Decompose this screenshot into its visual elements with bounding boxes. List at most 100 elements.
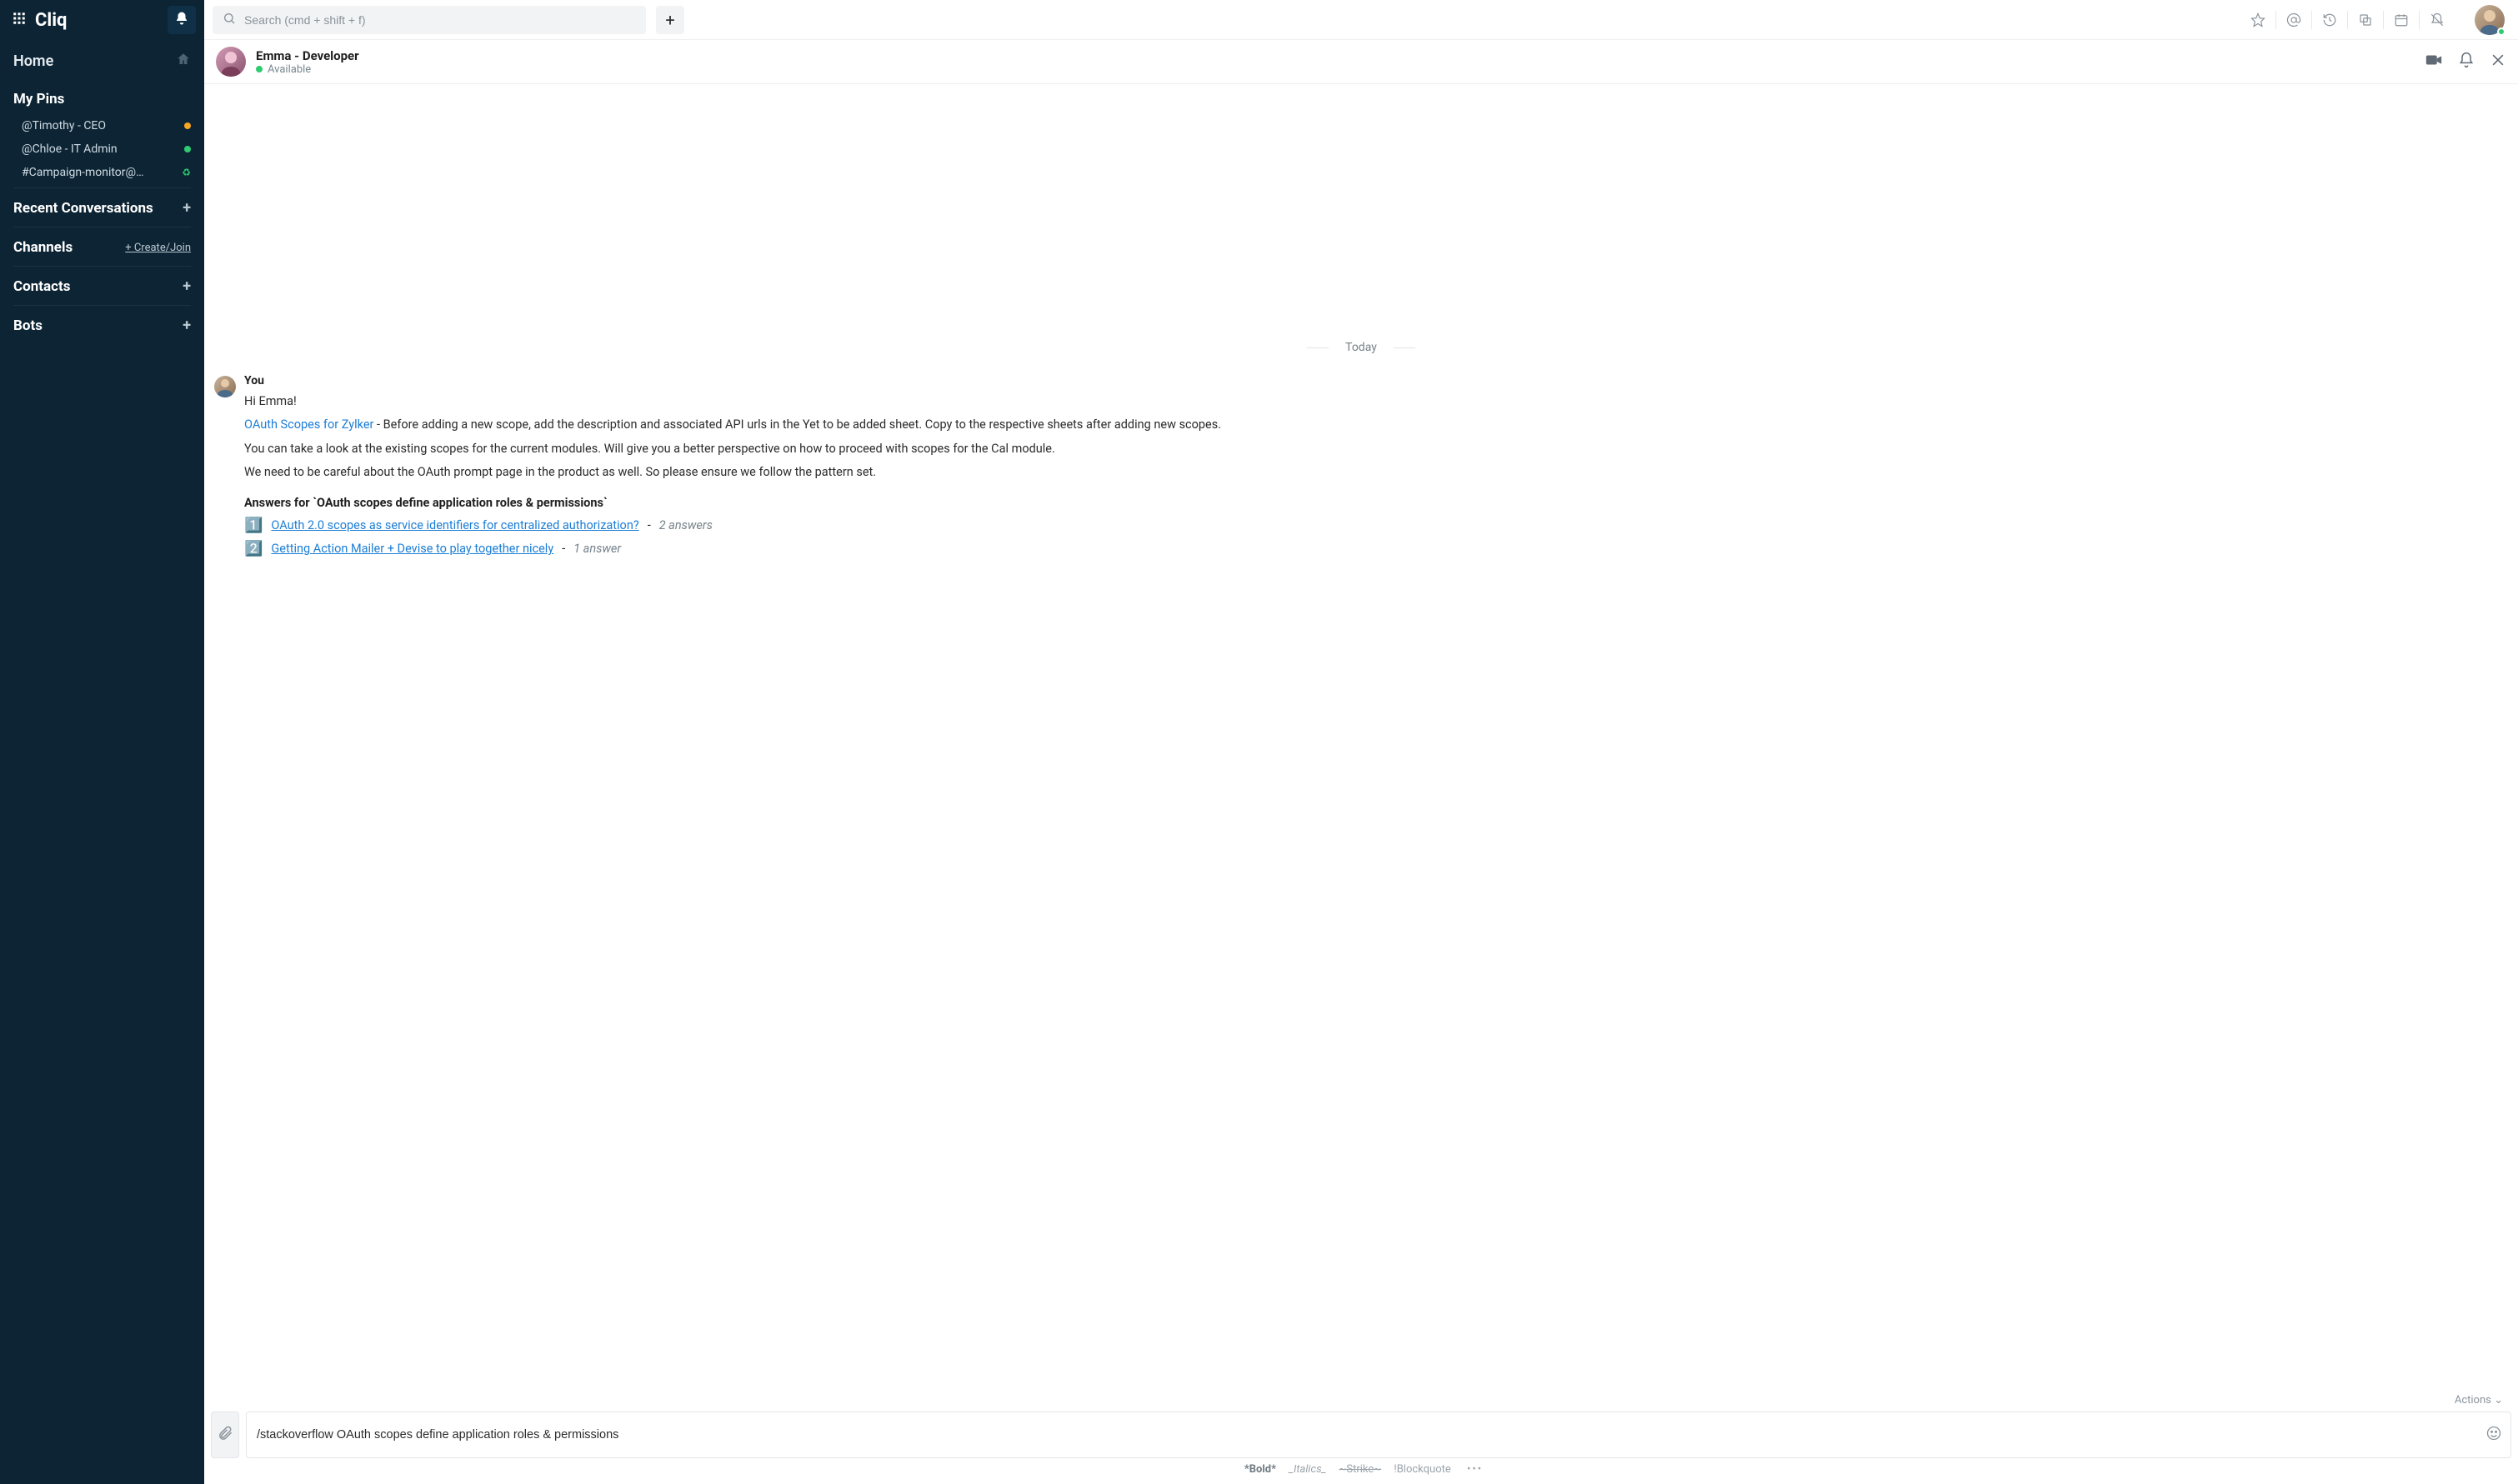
close-icon[interactable] (2490, 52, 2506, 72)
hint-bold: *Bold* (1244, 1463, 1276, 1476)
composer (211, 1412, 2511, 1458)
mentions-icon[interactable] (2276, 11, 2312, 29)
mute-icon[interactable] (2420, 11, 2455, 29)
apps-grid-icon[interactable] (12, 11, 27, 29)
history-icon[interactable] (2312, 11, 2348, 29)
answer-badge-icon: 1️⃣ (244, 518, 263, 533)
calendar-icon[interactable] (2384, 11, 2420, 29)
section-recent-title: Recent Conversations + (0, 188, 204, 223)
answers-header: Answers for `OAuth scopes define applica… (244, 496, 1221, 510)
answer-link[interactable]: Getting Action Mailer + Devise to play t… (271, 542, 553, 556)
dash: - (648, 518, 651, 532)
status-dot-away-icon (184, 122, 191, 129)
section-contacts-title: Contacts + (0, 267, 204, 302)
message-line: OAuth Scopes for Zylker - Before adding … (244, 416, 1221, 434)
copy-icon[interactable] (2348, 11, 2384, 29)
status-dot-online-icon (2497, 27, 2505, 36)
pin-item-timothy[interactable]: @Timothy - CEO (0, 114, 204, 137)
pin-label: @Timothy - CEO (22, 119, 106, 132)
chat-header-actions (2425, 51, 2506, 72)
peer-status-label: Available (268, 63, 311, 76)
section-contacts-label: Contacts (13, 278, 70, 295)
answer-count: 2 answers (659, 518, 713, 532)
chevron-down-icon: ⌄ (2494, 1394, 2503, 1407)
peer-name: Emma - Developer (256, 48, 359, 63)
status-dot-online-icon (256, 66, 263, 72)
section-pins-title: My Pins (0, 79, 204, 114)
star-icon[interactable] (2240, 11, 2276, 29)
emoji-button[interactable] (2485, 1425, 2502, 1445)
search-icon (223, 12, 236, 28)
search-input[interactable] (244, 13, 636, 27)
answer-badge-icon: 2️⃣ (244, 542, 263, 557)
message-line: Hi Emma! (244, 392, 1221, 411)
actions-label: Actions (2455, 1394, 2491, 1407)
format-hints: *Bold* _Italics_ ~Strike~ !Blockquote ••… (211, 1458, 2511, 1481)
contacts-add-button[interactable]: + (183, 279, 191, 294)
message: You Hi Emma! OAuth Scopes for Zylker - B… (204, 369, 2518, 562)
composer-area: Actions ⌄ *Bold* _Italics_ ~Strike~ (204, 1391, 2518, 1484)
message-line: You can take a look at the existing scop… (244, 440, 1221, 458)
smiley-icon (2485, 1429, 2502, 1445)
topbar: + (204, 0, 2518, 40)
profile-avatar[interactable] (2475, 5, 2505, 35)
plus-icon: + (665, 10, 674, 30)
brand: Cliq (12, 10, 67, 31)
sidebar-home[interactable]: Home (0, 43, 204, 79)
peer-status: Available (256, 63, 359, 76)
more-hints-icon[interactable]: ••• (1467, 1463, 1483, 1476)
section-channels-label: Channels (13, 239, 73, 256)
date-label: Today (1345, 341, 1377, 354)
chat-peer: Emma - Developer Available (216, 47, 359, 77)
pin-item-campaign[interactable]: #Campaign-monitor@… ♻ (0, 161, 204, 184)
recycle-icon: ♻ (182, 167, 191, 178)
compose-box[interactable] (246, 1412, 2511, 1458)
actions-menu[interactable]: Actions ⌄ (211, 1391, 2511, 1412)
pin-label: @Chloe - IT Admin (22, 142, 118, 156)
peer-avatar-icon (216, 47, 246, 77)
section-bots-label: Bots (13, 317, 43, 334)
answer-row: 1️⃣ OAuth 2.0 scopes as service identifi… (244, 518, 1221, 533)
section-channels-title: Channels + Create/Join (0, 227, 204, 262)
sidebar-header: Cliq (0, 0, 204, 40)
notifications-button[interactable] (168, 6, 196, 34)
date-separator: Today (204, 341, 2518, 354)
message-line: We need to be careful about the OAuth pr… (244, 463, 1221, 482)
chat-body[interactable]: Today You Hi Emma! OAuth Scopes for Zylk… (204, 84, 2518, 1391)
bell-icon[interactable] (2458, 52, 2475, 72)
chat-header: Emma - Developer Available (204, 40, 2518, 84)
main: + Emma - Developer (204, 0, 2518, 1484)
sidebar-body: Home My Pins @Timothy - CEO @Chloe - IT … (0, 40, 204, 341)
section-recent-label: Recent Conversations (13, 200, 153, 217)
brand-title: Cliq (35, 10, 67, 31)
compose-input[interactable] (257, 1428, 2474, 1442)
status-dot-online-icon (184, 146, 191, 152)
sidebar: Cliq Home My Pins @Timothy - CEO @Chloe … (0, 0, 204, 1484)
hint-blockquote: !Blockquote (1394, 1463, 1450, 1476)
answer-link[interactable]: OAuth 2.0 scopes as service identifiers … (271, 518, 638, 532)
message-author: You (244, 374, 1221, 387)
message-body: You Hi Emma! OAuth Scopes for Zylker - B… (244, 374, 1221, 557)
bots-add-button[interactable]: + (183, 318, 191, 333)
pin-item-chloe[interactable]: @Chloe - IT Admin (0, 137, 204, 161)
answer-row: 2️⃣ Getting Action Mailer + Devise to pl… (244, 542, 1221, 557)
hint-strike: ~Strike~ (1339, 1463, 1382, 1476)
video-message-icon[interactable] (2425, 51, 2443, 72)
paperclip-icon (217, 1425, 233, 1445)
search-wrap[interactable] (213, 6, 646, 34)
home-label: Home (13, 52, 53, 70)
message-avatar-icon (214, 376, 236, 397)
pin-label: #Campaign-monitor@… (22, 166, 143, 179)
bell-icon (174, 11, 189, 29)
dash: - (562, 542, 565, 556)
section-bots-title: Bots + (0, 306, 204, 341)
home-icon (176, 52, 191, 71)
hint-italics: _Italics_ (1289, 1463, 1326, 1476)
new-chat-button[interactable]: + (656, 6, 684, 34)
section-pins-label: My Pins (13, 91, 64, 107)
channels-create-join-link[interactable]: + Create/Join (125, 242, 191, 254)
recent-add-button[interactable]: + (183, 201, 191, 216)
toolbar (2240, 11, 2455, 29)
attach-button[interactable] (211, 1412, 239, 1458)
answer-count: 1 answer (573, 542, 621, 556)
